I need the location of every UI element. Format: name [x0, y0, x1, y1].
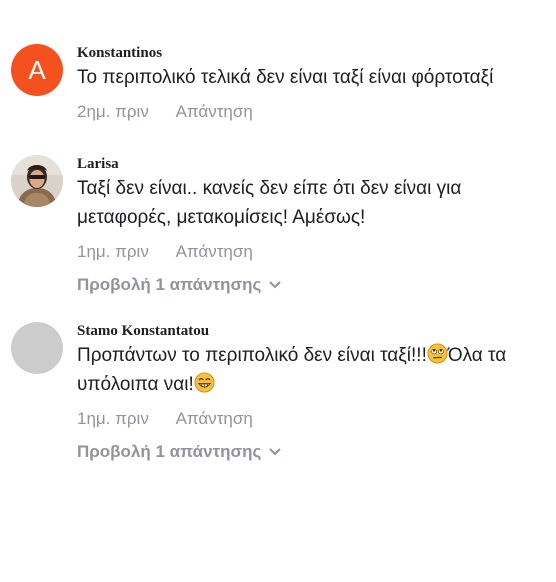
view-replies-label: Προβολή 1 απάντησης [77, 275, 262, 294]
comment-text-part: Προπάντων το περιπολικό δεν είναι ταξί!!… [77, 345, 427, 366]
reply-button[interactable]: Απάντηση [176, 102, 253, 121]
comment-author[interactable]: Larisa [77, 155, 551, 173]
avatar[interactable] [11, 322, 63, 374]
grinning-emoji-icon [194, 372, 215, 393]
comment-body: Stamo Konstantatou Προπάντων το περιπολι… [77, 322, 551, 463]
reply-button[interactable]: Απάντηση [176, 242, 253, 261]
comment-text: Ταξί δεν είναι.. κανείς δεν είπε ότι δεν… [77, 178, 462, 228]
comment-timestamp[interactable]: 2ημ. πριν [77, 102, 149, 121]
comment-timestamp[interactable]: 1ημ. πριν [77, 242, 149, 261]
comment-meta: 1ημ. πριν Απάντηση [77, 241, 551, 263]
view-replies-link[interactable]: Προβολή 1 απάντησης [77, 441, 282, 463]
comment-text: Το περιπολικό τελικά δεν είναι ταξί είνα… [77, 67, 494, 88]
avatar[interactable]: A [11, 44, 63, 96]
avatar[interactable] [11, 155, 63, 207]
comment-meta: 1ημ. πριν Απάντηση [77, 408, 551, 430]
reply-button[interactable]: Απάντηση [176, 409, 253, 428]
view-replies-link[interactable]: Προβολή 1 απάντησης [77, 274, 282, 296]
comment-body: Konstantinos Το περιπολικό τελικά δεν εί… [77, 44, 551, 123]
comment-author[interactable]: Konstantinos [77, 44, 551, 62]
comment-author[interactable]: Stamo Konstantatou [77, 322, 551, 340]
view-replies-label: Προβολή 1 απάντησης [77, 442, 262, 461]
comment-text: Προπάντων το περιπολικό δεν είναι ταξί!!… [77, 341, 551, 399]
comment-meta: 2ημ. πριν Απάντηση [77, 101, 551, 123]
chevron-down-icon [269, 448, 282, 456]
comment-timestamp[interactable]: 1ημ. πριν [77, 409, 149, 428]
rolling-eyes-emoji-icon [427, 343, 448, 364]
avatar-photo [11, 155, 63, 207]
comment-body: Larisa Ταξί δεν είναι.. κανείς δεν είπε … [77, 155, 551, 296]
chevron-down-icon [269, 281, 282, 289]
